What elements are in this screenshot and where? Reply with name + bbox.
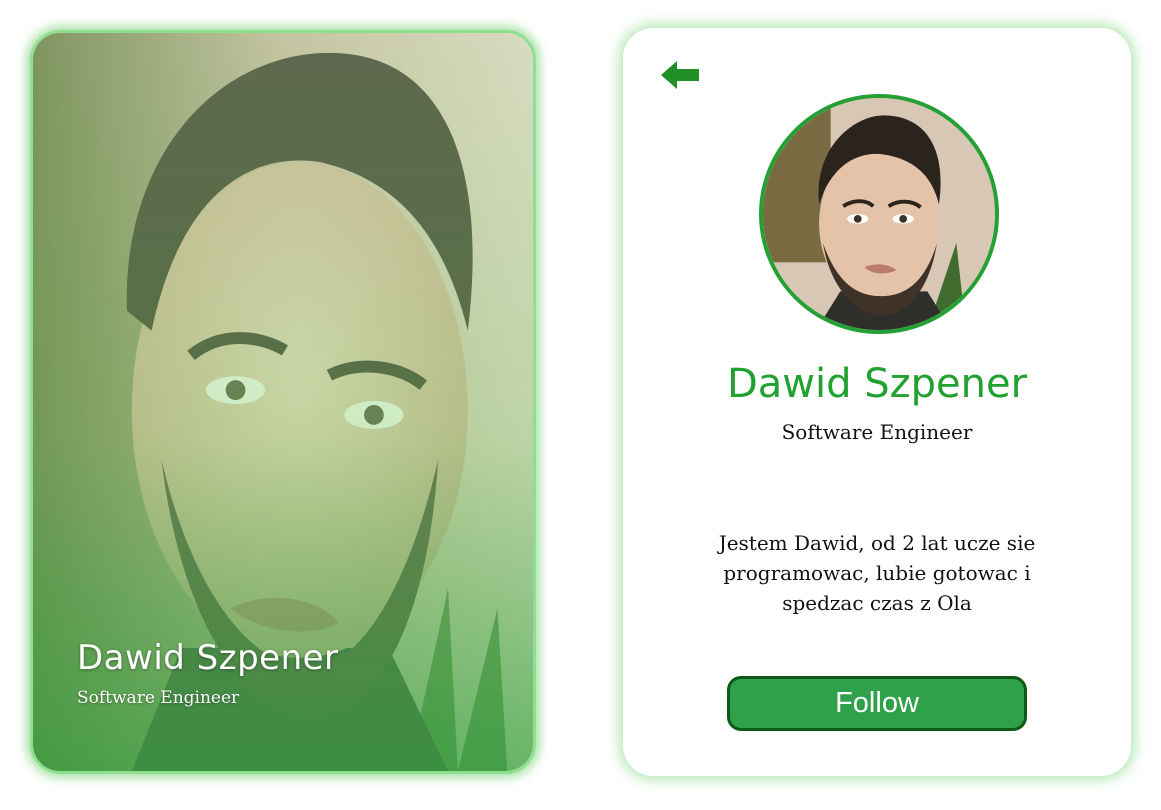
profile-role: Software Engineer (781, 420, 973, 444)
follow-button[interactable]: Follow (727, 676, 1027, 731)
profile-card: Dawid Szpener Software Engineer Jestem D… (623, 28, 1131, 776)
arrow-left-icon (661, 61, 699, 89)
photo-card-name: Dawid Szpener (77, 638, 339, 678)
profile-name: Dawid Szpener (726, 361, 1028, 407)
profile-stage: Dawid Szpener Software Engineer Dawid Sz… (0, 0, 1161, 810)
photo-card-role: Software Engineer (77, 688, 240, 708)
back-button[interactable] (659, 58, 701, 92)
profile-bio: Jestem Dawid, od 2 lat ucze sie programo… (718, 531, 1036, 615)
avatar (759, 94, 999, 334)
photo-card[interactable]: Dawid Szpener Software Engineer (30, 30, 536, 774)
avatar-photo (763, 98, 995, 330)
